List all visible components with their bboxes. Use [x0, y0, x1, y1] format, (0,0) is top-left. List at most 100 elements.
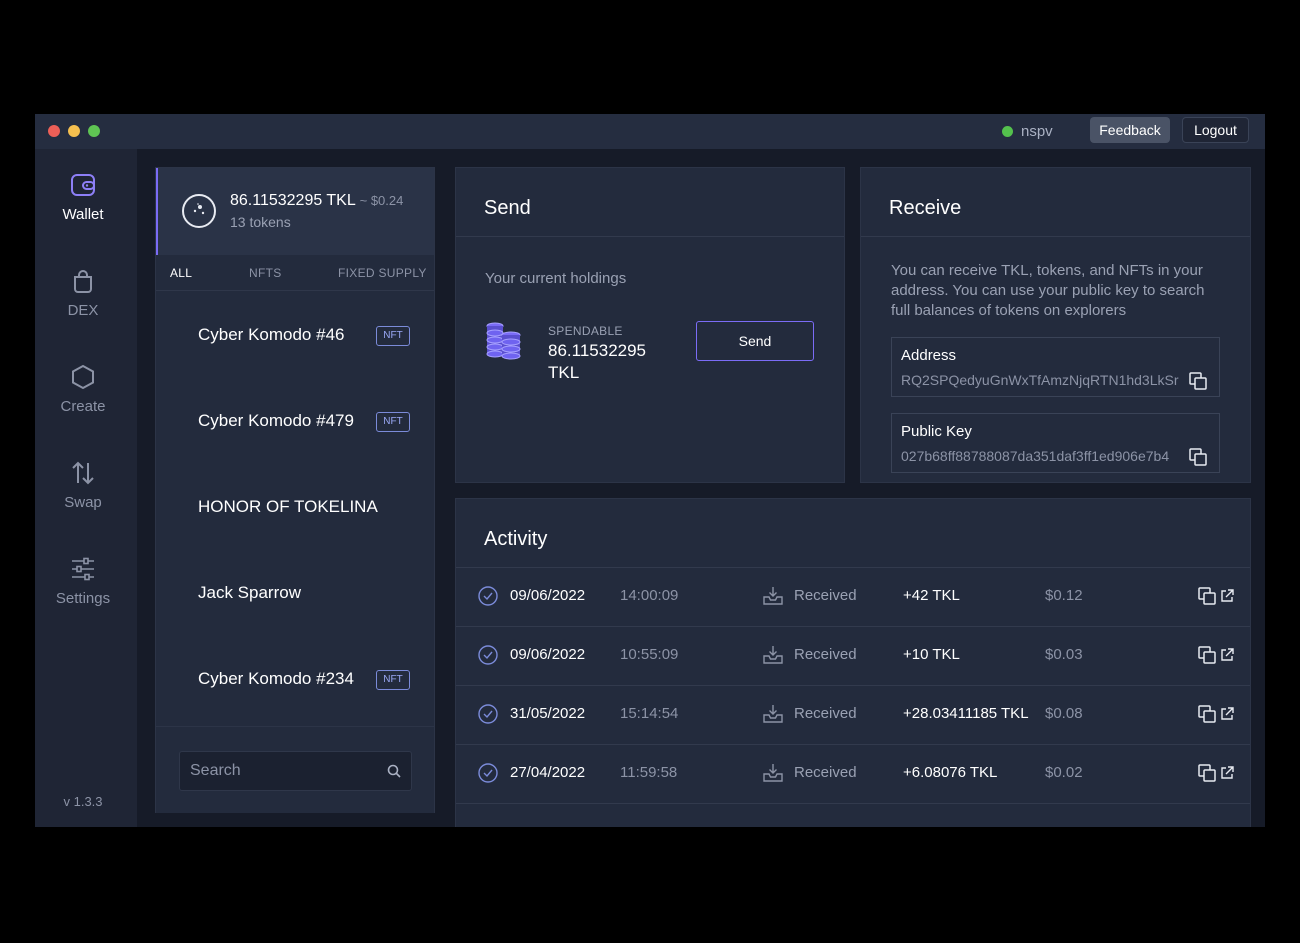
feedback-button[interactable]: Feedback: [1090, 117, 1170, 143]
table-row[interactable]: 31/05/2022 15:14:54 Received +28.0341118…: [456, 686, 1250, 745]
komodo-coin-icon: [182, 194, 216, 228]
public-key-label: Public Key: [901, 423, 972, 440]
sidebar-item-swap[interactable]: Swap: [35, 460, 131, 530]
send-panel: Send Your current holdings SPENDABLE 86.…: [455, 167, 845, 483]
token-filter-tabs: ALL NFTS FIXED SUPPLY: [156, 255, 434, 291]
token-balance-amount: 86.11532295 TKL: [230, 192, 356, 209]
sidebar-item-create[interactable]: Create: [35, 364, 131, 434]
logout-button[interactable]: Logout: [1182, 117, 1249, 143]
public-key-value[interactable]: 027b68ff88788087da351daf3ff1ed906e7b4: [901, 448, 1186, 464]
sidebar-item-dex[interactable]: DEX: [35, 268, 131, 338]
list-item[interactable]: Cyber Komodo #234 NFT: [156, 636, 434, 722]
sidebar-nav: Wallet DEX Create Swap Settings v 1.3.3: [35, 149, 137, 827]
sidebar-item-label: DEX: [67, 302, 99, 319]
address-value[interactable]: RQ2SPQedyuGnWxTfAmzNjqRTN1hd3LkSr: [901, 372, 1186, 388]
receive-title: Receive: [889, 197, 962, 219]
app-window: nspv Feedback Logout Wallet DEX Create S…: [35, 114, 1265, 827]
external-link-icon[interactable]: [1220, 648, 1234, 662]
inbox-received-icon: [763, 764, 783, 782]
list-item[interactable]: Cyber Komodo #46 NFT: [156, 292, 434, 378]
token-name: Cyber Komodo #234: [198, 669, 354, 688]
confirmed-check-icon: [478, 704, 498, 724]
sidebar-item-label: Wallet: [62, 206, 104, 223]
search-box: [179, 751, 412, 791]
maximize-window-button[interactable]: [88, 125, 100, 137]
activity-amount: +10 TKL: [903, 646, 960, 663]
activity-usd: $0.12: [1045, 587, 1083, 604]
divider: [456, 236, 844, 237]
token-name: Cyber Komodo #479: [198, 411, 354, 430]
copy-icon[interactable]: [1189, 448, 1207, 466]
spendable-label: SPENDABLE: [548, 324, 623, 338]
list-item[interactable]: HONOR OF TOKELINA: [156, 464, 434, 550]
sidebar-item-label: Swap: [64, 494, 102, 511]
tab-all[interactable]: ALL: [170, 266, 192, 280]
search-icon[interactable]: [387, 764, 401, 778]
tab-fixed-supply[interactable]: FIXED SUPPLY: [338, 266, 427, 280]
copy-icon[interactable]: [1198, 587, 1216, 605]
external-link-icon[interactable]: [1220, 707, 1234, 721]
titlebar: nspv Feedback Logout: [35, 114, 1265, 149]
table-row[interactable]: 27/04/2022 11:59:58 Received +6.08076 TK…: [456, 745, 1250, 804]
token-count: 13 tokens: [230, 214, 291, 230]
activity-time: 14:00:09: [620, 587, 679, 604]
nft-badge: NFT: [376, 412, 410, 432]
tab-nfts[interactable]: NFTS: [249, 266, 282, 280]
public-key-box: Public Key 027b68ff88788087da351daf3ff1e…: [891, 413, 1220, 473]
table-row[interactable]: 09/06/2022 14:00:09 Received +42 TKL $0.…: [456, 568, 1250, 627]
spendable-value: 86.11532295 TKL: [548, 341, 647, 382]
activity-type: Received: [794, 764, 857, 781]
activity-type: Received: [794, 587, 857, 604]
activity-time: 10:55:09: [620, 646, 679, 663]
activity-time: 11:59:58: [620, 764, 678, 781]
send-title: Send: [484, 197, 531, 219]
divider: [861, 236, 1250, 237]
token-name: HONOR OF TOKELINA: [198, 497, 378, 516]
copy-icon[interactable]: [1198, 646, 1216, 664]
token-balance: 86.11532295 TKL ~ $0.24: [230, 192, 403, 210]
copy-icon[interactable]: [1198, 705, 1216, 723]
close-window-button[interactable]: [48, 125, 60, 137]
holdings-label: Your current holdings: [485, 270, 627, 287]
activity-usd: $0.03: [1045, 646, 1083, 663]
external-link-icon[interactable]: [1220, 589, 1234, 603]
external-link-icon[interactable]: [1220, 766, 1234, 780]
search-input[interactable]: [180, 752, 375, 790]
copy-icon[interactable]: [1189, 372, 1207, 390]
list-item[interactable]: Cyber Komodo #479 NFT: [156, 378, 434, 464]
token-list-panel: 86.11532295 TKL ~ $0.24 13 tokens ALL NF…: [155, 167, 435, 813]
network-status-label: nspv: [1021, 122, 1053, 140]
coin-stack-icon: [486, 322, 521, 360]
activity-time: 15:14:54: [620, 705, 679, 722]
confirmed-check-icon: [478, 763, 498, 783]
token-search-footer: [156, 726, 434, 813]
copy-icon[interactable]: [1198, 764, 1216, 782]
activity-amount: +6.08076 TKL: [903, 764, 998, 781]
sliders-icon: [72, 557, 94, 581]
sidebar-item-wallet[interactable]: Wallet: [35, 172, 131, 242]
receive-panel: Receive You can receive TKL, tokens, and…: [860, 167, 1251, 483]
minimize-window-button[interactable]: [68, 125, 80, 137]
confirmed-check-icon: [478, 645, 498, 665]
token-name: Cyber Komodo #46: [198, 325, 345, 344]
token-name: Jack Sparrow: [198, 583, 301, 602]
activity-type: Received: [794, 646, 857, 663]
activity-type: Received: [794, 705, 857, 722]
inbox-received-icon: [763, 646, 783, 664]
address-label: Address: [901, 347, 957, 364]
sidebar-item-label: Settings: [55, 590, 111, 607]
activity-date: 27/04/2022: [510, 764, 586, 781]
send-button[interactable]: Send: [696, 321, 814, 361]
activity-panel: Activity 09/06/2022 14:00:09 Received +4…: [455, 498, 1251, 827]
activity-usd: $0.02: [1045, 764, 1083, 781]
table-row[interactable]: 09/06/2022 10:55:09 Received +10 TKL $0.…: [456, 627, 1250, 686]
activity-title: Activity: [484, 528, 548, 550]
confirmed-check-icon: [478, 586, 498, 606]
inbox-received-icon: [763, 587, 783, 605]
swap-arrows-icon: [72, 461, 94, 485]
token-balance-usd: ~ $0.24: [359, 193, 404, 208]
token-balance-header[interactable]: 86.11532295 TKL ~ $0.24 13 tokens: [156, 168, 434, 255]
list-item[interactable]: Jack Sparrow: [156, 550, 434, 636]
nft-badge: NFT: [376, 326, 410, 346]
sidebar-item-settings[interactable]: Settings: [35, 556, 131, 626]
